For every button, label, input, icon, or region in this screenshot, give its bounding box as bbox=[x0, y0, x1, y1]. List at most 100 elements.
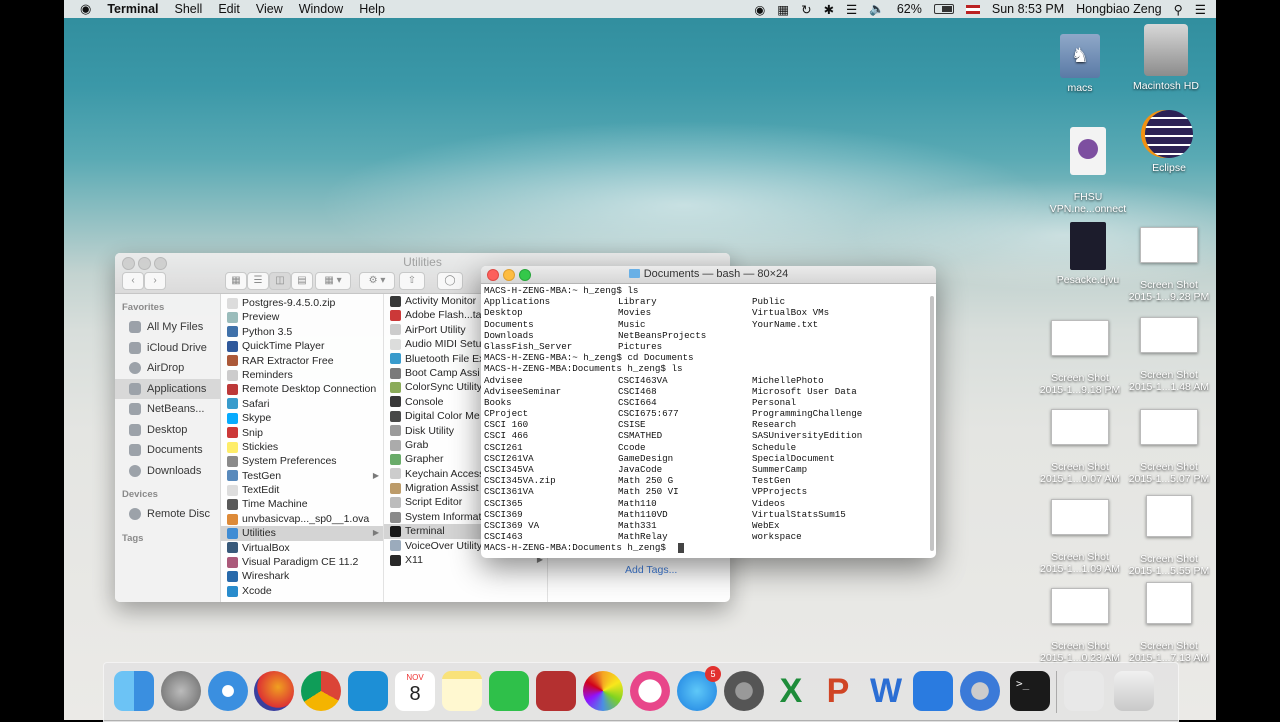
sidebar-item-all-my-files[interactable]: All My Files bbox=[115, 317, 220, 338]
dock-itunes-icon[interactable] bbox=[630, 671, 670, 711]
dock-sourcetree-icon[interactable] bbox=[348, 671, 388, 711]
share-button[interactable]: ⇧ bbox=[399, 272, 425, 290]
menu-app-terminal[interactable]: Terminal bbox=[107, 2, 158, 16]
desktop-icon-screenshot-5[interactable]: Screen Shot 2015-1...5.07 PM bbox=[1121, 397, 1217, 485]
cover-flow-button[interactable]: ▤ bbox=[291, 272, 313, 290]
menu-view[interactable]: View bbox=[256, 2, 283, 16]
list-item[interactable]: QuickTime Player bbox=[221, 339, 383, 353]
list-item[interactable]: Stickies bbox=[221, 440, 383, 454]
list-item[interactable]: Safari bbox=[221, 397, 383, 411]
desktop-icon-screenshot-2[interactable]: Screen Shot 2015-1...9.18 PM bbox=[1032, 308, 1128, 396]
sidebar-item-remote-disc[interactable]: Remote Disc bbox=[115, 504, 220, 525]
list-item[interactable]: VirtualBox bbox=[221, 541, 383, 555]
battery-percent[interactable]: 62% bbox=[897, 2, 922, 16]
dock-calendar-icon[interactable]: NOV 8 bbox=[395, 671, 435, 711]
dock-trash-icon[interactable] bbox=[1114, 671, 1154, 711]
list-item[interactable]: Preview bbox=[221, 310, 383, 324]
dock-system-preferences-icon[interactable] bbox=[724, 671, 764, 711]
sidebar-item-icloud-drive[interactable]: iCloud Drive bbox=[115, 338, 220, 359]
dock-notes-icon[interactable] bbox=[442, 671, 482, 711]
dock-excel-icon[interactable]: X bbox=[771, 671, 811, 711]
sidebar-item-label: Documents bbox=[147, 444, 203, 457]
record-icon[interactable]: ◉ bbox=[754, 2, 765, 17]
list-view-button[interactable]: ☰ bbox=[247, 272, 269, 290]
sidebar-item-desktop[interactable]: Desktop bbox=[115, 420, 220, 441]
bluetooth-icon[interactable]: ✱ bbox=[824, 2, 834, 17]
dock-photos-icon[interactable] bbox=[583, 671, 623, 711]
sidebar-item-applications[interactable]: Applications bbox=[115, 378, 220, 399]
desktop-icon-macs[interactable]: ♞ macs bbox=[1032, 34, 1128, 94]
dock-powerpoint-icon[interactable]: P bbox=[818, 671, 858, 711]
user-name[interactable]: Hongbiao Zeng bbox=[1076, 2, 1161, 16]
list-item[interactable]: Time Machine bbox=[221, 497, 383, 511]
list-item[interactable]: System Preferences bbox=[221, 454, 383, 468]
drive-icon[interactable]: ▦ bbox=[777, 2, 789, 17]
desktop-icon-screenshot-4[interactable]: Screen Shot 2015-1...0.07 AM bbox=[1032, 397, 1128, 485]
dock-word-icon[interactable]: W bbox=[866, 671, 906, 711]
list-item[interactable]: RAR Extractor Free bbox=[221, 354, 383, 368]
add-tags-link[interactable]: Add Tags... bbox=[625, 564, 677, 576]
sidebar-item-documents[interactable]: Documents bbox=[115, 440, 220, 461]
desktop-icon-screenshot-3[interactable]: Screen Shot 2015-1...1.48 AM bbox=[1121, 305, 1217, 393]
menu-window[interactable]: Window bbox=[299, 2, 343, 16]
dock-quicktime-player-icon[interactable] bbox=[960, 671, 1000, 711]
list-item[interactable]: unvbasicvap..._sp0__1.ova bbox=[221, 512, 383, 526]
spotlight-icon[interactable]: ⚲ bbox=[1174, 2, 1183, 17]
volume-icon[interactable]: 🔈 bbox=[869, 2, 885, 17]
apple-menu-icon[interactable]: ◉ bbox=[80, 1, 91, 17]
sidebar-item-netbeans[interactable]: NetBeans... bbox=[115, 399, 220, 420]
desktop-icon-screenshot-9[interactable]: Screen Shot 2015-1...7.13 AM bbox=[1121, 570, 1217, 664]
terminal-output[interactable]: MACS-H-ZENG-MBA:~ h_zeng$ ls Applications… bbox=[484, 285, 928, 558]
dock-xcode-icon[interactable] bbox=[913, 671, 953, 711]
desktop-icon-eclipse[interactable]: Eclipse bbox=[1121, 110, 1217, 174]
sidebar-item-downloads[interactable]: Downloads bbox=[115, 461, 220, 482]
list-item[interactable]: Wireshark bbox=[221, 569, 383, 583]
dock-window-icon[interactable] bbox=[1064, 671, 1104, 711]
dock-safari-icon[interactable] bbox=[208, 671, 248, 711]
flag-icon[interactable] bbox=[965, 4, 980, 14]
list-item[interactable]: TextEdit bbox=[221, 483, 383, 497]
menu-edit[interactable]: Edit bbox=[218, 2, 240, 16]
icon-view-button[interactable]: ▦ bbox=[225, 272, 247, 290]
dock-firefox-icon[interactable] bbox=[254, 671, 294, 711]
tags-button[interactable]: ◯ bbox=[437, 272, 463, 290]
column-view-button[interactable]: ◫ bbox=[269, 272, 291, 290]
dock-facetime-icon[interactable] bbox=[489, 671, 529, 711]
battery-icon[interactable] bbox=[933, 4, 954, 14]
list-item[interactable]: Remote Desktop Connection bbox=[221, 382, 383, 396]
time-machine-icon[interactable]: ↻ bbox=[801, 2, 811, 17]
list-item-label: System Informat bbox=[405, 510, 482, 523]
sidebar-item-airdrop[interactable]: AirDrop bbox=[115, 358, 220, 379]
desktop-icon-screenshot-1[interactable]: Screen Shot 2015-1...9.28 PM bbox=[1121, 215, 1217, 303]
action-gear-button[interactable]: ⚙ ▾ bbox=[359, 272, 395, 290]
dock-launchpad-icon[interactable] bbox=[161, 671, 201, 711]
dock-terminal-icon[interactable]: >_ bbox=[1010, 671, 1050, 711]
dock-app-store-icon[interactable]: 5 bbox=[677, 666, 721, 711]
clock[interactable]: Sun 8:53 PM bbox=[992, 2, 1064, 16]
terminal-scrollbar[interactable] bbox=[930, 296, 934, 551]
dock-chrome-icon[interactable] bbox=[301, 671, 341, 711]
list-item[interactable]: Postgres-9.4.5.0.zip bbox=[221, 296, 383, 310]
notification-center-icon[interactable]: ☰ bbox=[1195, 2, 1206, 17]
desktop-icon-macintosh-hd[interactable]: Macintosh HD bbox=[1118, 24, 1214, 92]
desktop-icon-screenshot-7[interactable]: Screen Shot 2015-1...5.55 PM bbox=[1121, 483, 1217, 577]
arrange-button[interactable]: ▦ ▾ bbox=[315, 272, 351, 290]
list-item[interactable]: Snip bbox=[221, 426, 383, 440]
dock-photo-booth-icon[interactable] bbox=[536, 671, 576, 711]
forward-button[interactable]: › bbox=[144, 272, 166, 290]
desktop-icon-screenshot-8[interactable]: Screen Shot 2015-1...0.23 AM bbox=[1032, 576, 1128, 664]
list-item[interactable]: Python 3.5 bbox=[221, 325, 383, 339]
list-item[interactable]: Visual Paradigm CE 11.2 bbox=[221, 555, 383, 569]
menu-shell[interactable]: Shell bbox=[175, 2, 203, 16]
list-item[interactable]: Xcode bbox=[221, 584, 383, 598]
list-item[interactable]: Reminders bbox=[221, 368, 383, 382]
menu-help[interactable]: Help bbox=[359, 2, 385, 16]
list-item[interactable]: TestGen ▶ bbox=[221, 469, 383, 483]
list-item[interactable]: Utilities ▶ bbox=[221, 526, 383, 541]
wifi-icon[interactable]: ☰ bbox=[846, 2, 857, 17]
back-button[interactable]: ‹ bbox=[122, 272, 144, 290]
desktop-icon-screenshot-6[interactable]: Screen Shot 2015-1...1.09 AM bbox=[1032, 487, 1128, 575]
terminal-text: MACS-H-ZENG-MBA:Documents h_zeng$ ls bbox=[484, 363, 683, 375]
dock-finder-icon[interactable] bbox=[114, 671, 154, 711]
list-item[interactable]: Skype bbox=[221, 411, 383, 425]
